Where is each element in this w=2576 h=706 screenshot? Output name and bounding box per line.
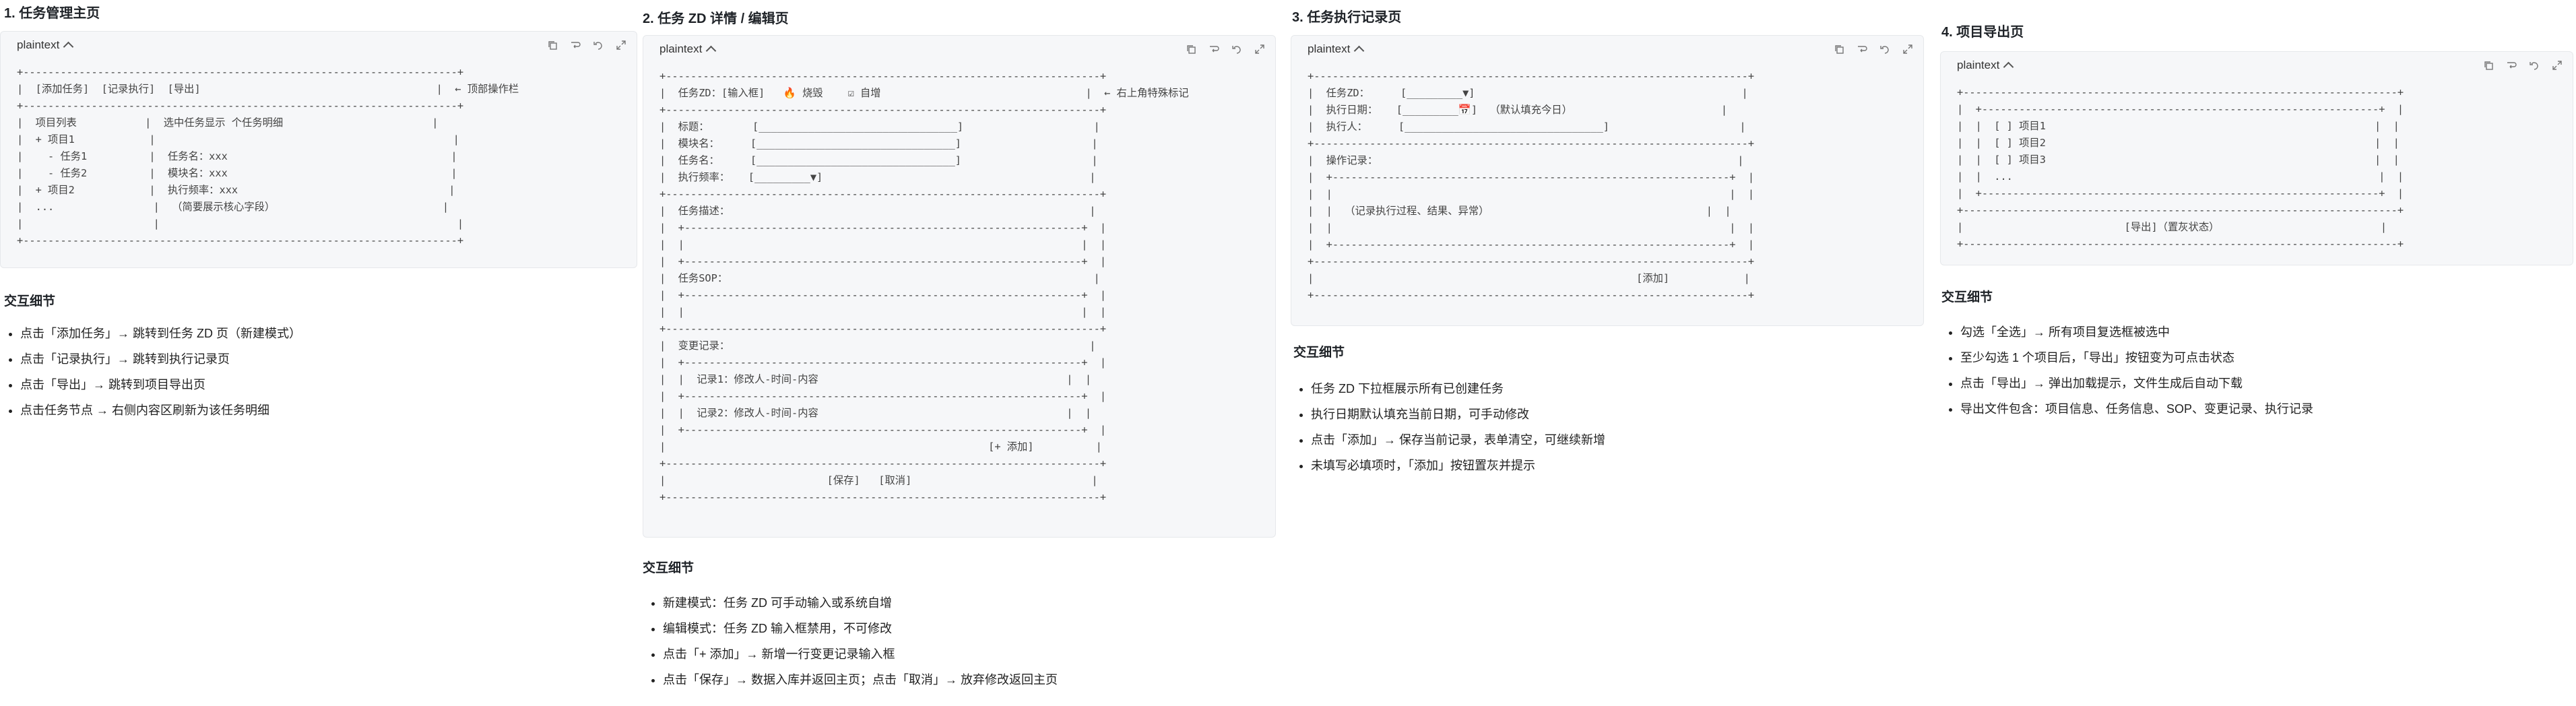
wrap-icon[interactable] — [2505, 59, 2517, 71]
list-item: 点击「导出」→ 弹出加载提示，文件生成后自动下载 — [1960, 371, 2313, 396]
code-language-toggle[interactable]: plaintext — [659, 42, 717, 57]
code-content: +---------------------------------------… — [1957, 86, 2404, 250]
code-block-header: plaintext — [1291, 36, 1923, 63]
list-item: 点击「记录执行」→ 跳转到执行记录页 — [20, 346, 301, 372]
list-item: 点击「导出」→ 跳转到项目导出页 — [20, 372, 301, 397]
copy-icon[interactable] — [1833, 43, 1845, 55]
list-item: 点击任务节点 → 右侧内容区刷新为该任务明细 — [20, 397, 301, 423]
detail-label: 交互细节 — [1941, 290, 1993, 304]
section-title: 3. 任务执行记录页 — [1292, 10, 1402, 25]
chevron-up-icon — [706, 45, 717, 57]
expand-icon[interactable] — [2551, 59, 2563, 71]
wrap-icon[interactable] — [569, 39, 581, 51]
list-item: 编辑模式：任务 ZD 输入框禁用，不可修改 — [663, 616, 1058, 641]
code-tools — [1185, 43, 1266, 55]
code-language-toggle[interactable]: plaintext — [17, 38, 74, 53]
expand-icon[interactable] — [1902, 43, 1914, 55]
detail-list: 点击「添加任务」→ 跳转到任务 ZD 页（新建模式） 点击「记录执行」→ 跳转到… — [0, 321, 301, 423]
code-block-header: plaintext — [643, 36, 1275, 63]
copy-icon[interactable] — [1185, 43, 1197, 55]
code-tools — [2482, 59, 2563, 71]
code-tools — [1833, 43, 1914, 55]
list-item: 点击「+ 添加」→ 新增一行变更记录输入框 — [663, 641, 1058, 667]
wrap-icon[interactable] — [1208, 43, 1220, 55]
code-content: +---------------------------------------… — [659, 70, 1189, 503]
section-title: 1. 任务管理主页 — [4, 6, 100, 21]
list-item: 执行日期默认填充当前日期，可手动修改 — [1311, 402, 1605, 427]
list-item: 点击「添加」→ 保存当前记录，表单清空，可继续新增 — [1311, 427, 1605, 453]
code-language-toggle[interactable]: plaintext — [1957, 59, 2014, 73]
chevron-up-icon — [63, 41, 74, 53]
detail-label: 交互细节 — [643, 561, 695, 575]
code-block-header: plaintext — [1941, 52, 2573, 79]
code-tools — [546, 39, 627, 51]
code-block-header: plaintext — [1, 32, 637, 59]
detail-list: 新建模式：任务 ZD 可手动输入或系统自增 编辑模式：任务 ZD 输入框禁用，不… — [643, 590, 1058, 693]
chevron-up-icon — [1354, 45, 1365, 57]
wrap-icon[interactable] — [1856, 43, 1868, 55]
list-item: 至少勾选 1 个项目后，「导出」按钮变为可点击状态 — [1960, 345, 2313, 371]
list-item: 任务 ZD 下拉框展示所有已创建任务 — [1311, 376, 1605, 402]
detail-list: 任务 ZD 下拉框展示所有已创建任务 执行日期默认填充当前日期，可手动修改 点击… — [1291, 376, 1605, 478]
list-item: 勾选「全选」→ 所有项目复选框被选中 — [1960, 319, 2313, 345]
section-title: 2. 任务 ZD 详情 / 编辑页 — [643, 11, 789, 26]
code-content: +---------------------------------------… — [17, 66, 519, 247]
code-block: plaintext +-----------------------------… — [1291, 35, 1924, 326]
code-content: +---------------------------------------… — [1308, 70, 1755, 301]
list-item: 新建模式：任务 ZD 可手动输入或系统自增 — [663, 590, 1058, 616]
chevron-up-icon — [2003, 61, 2014, 73]
copy-icon[interactable] — [546, 39, 558, 51]
expand-icon[interactable] — [1254, 43, 1266, 55]
undo-icon[interactable] — [592, 39, 604, 51]
expand-icon[interactable] — [615, 39, 627, 51]
detail-list: 勾选「全选」→ 所有项目复选框被选中 至少勾选 1 个项目后，「导出」按钮变为可… — [1940, 319, 2313, 422]
undo-icon[interactable] — [1231, 43, 1243, 55]
list-item: 未填写必填项时，「添加」按钮置灰并提示 — [1311, 453, 1605, 478]
list-item: 导出文件包含：项目信息、任务信息、SOP、变更记录、执行记录 — [1960, 396, 2313, 422]
undo-icon[interactable] — [1879, 43, 1891, 55]
code-language-toggle[interactable]: plaintext — [1308, 42, 1365, 57]
code-block: plaintext +-----------------------------… — [1940, 51, 2573, 265]
code-block: plaintext +-----------------------------… — [643, 35, 1276, 538]
undo-icon[interactable] — [2528, 59, 2540, 71]
section-title: 4. 项目导出页 — [1941, 25, 2024, 40]
copy-icon[interactable] — [2482, 59, 2494, 71]
detail-label: 交互细节 — [4, 294, 56, 309]
detail-label: 交互细节 — [1293, 346, 1345, 360]
list-item: 点击「保存」→ 数据入库并返回主页；点击「取消」→ 放弃修改返回主页 — [663, 667, 1058, 693]
code-block: plaintext +-----------------------------… — [0, 31, 637, 268]
list-item: 点击「添加任务」→ 跳转到任务 ZD 页（新建模式） — [20, 321, 301, 346]
